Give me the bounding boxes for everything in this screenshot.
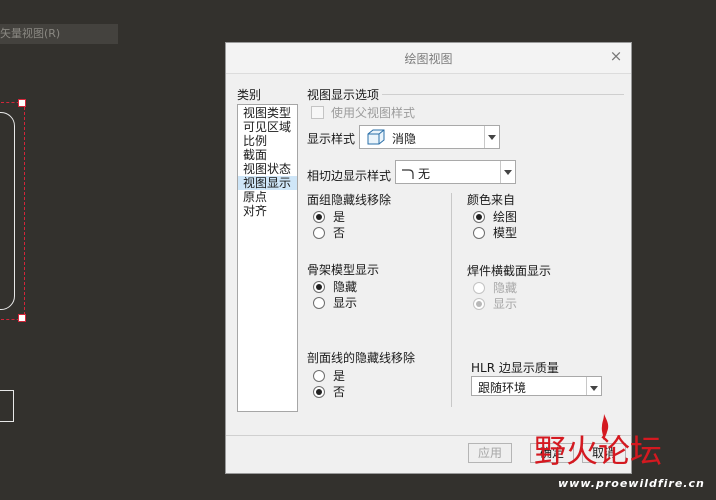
color-from-drawing-radio[interactable]: 绘图 (473, 208, 517, 225)
apply-button[interactable]: 应用 (468, 443, 512, 463)
display-style-value: 消隐 (392, 132, 417, 146)
radio-icon (473, 297, 485, 310)
weld-xsec-title: 焊件横截面显示 (467, 264, 552, 278)
watermark-brand: 野火论坛 (534, 426, 662, 472)
radio-label: 是 (333, 369, 346, 383)
selection-handle-bottom-right[interactable] (18, 314, 26, 322)
radio-label: 绘图 (493, 210, 518, 224)
radio-icon (313, 226, 325, 239)
section-hidden-title: 剖面线的隐藏线移除 (307, 351, 416, 365)
background-view-label: 矢量视图(R) (0, 24, 118, 44)
close-icon[interactable]: × (608, 48, 624, 64)
color-from-title: 颜色来自 (467, 193, 516, 207)
section-title: 视图显示选项 (307, 88, 380, 102)
radio-label: 是 (333, 210, 346, 224)
site-watermark: 野火论坛 www.proewildfire.cn (528, 412, 716, 500)
tangent-style-label: 相切边显示样式 (307, 169, 392, 183)
use-parent-style-label: 使用父视图样式 (331, 106, 416, 120)
radio-label: 否 (333, 226, 346, 240)
chevron-down-icon[interactable] (586, 377, 601, 395)
column-divider (451, 193, 452, 407)
use-parent-style-checkbox[interactable]: 使用父视图样式 (311, 104, 415, 121)
selection-handle-top-right[interactable] (18, 99, 26, 107)
radio-icon (473, 210, 485, 223)
radio-icon (313, 280, 325, 293)
chevron-down-icon[interactable] (500, 161, 515, 183)
category-label: 类别 (237, 88, 262, 102)
tangent-style-value: 无 (418, 167, 431, 181)
face-group-no-radio[interactable]: 否 (313, 224, 345, 241)
radio-label: 隐藏 (493, 281, 518, 295)
radio-label: 否 (333, 385, 346, 399)
skeleton-hide-radio[interactable]: 隐藏 (313, 278, 357, 295)
checkbox-icon (311, 106, 324, 119)
skeleton-title: 骨架模型显示 (307, 263, 380, 277)
category-item[interactable]: 视图显示 (238, 176, 297, 190)
weld-xsec-show-radio[interactable]: 显示 (473, 295, 517, 312)
hlr-quality-select[interactable]: 跟随环境 (471, 376, 602, 396)
display-style-label: 显示样式 (307, 132, 356, 146)
face-group-title: 面组隐藏线移除 (307, 193, 392, 207)
weld-xsec-hide-radio[interactable]: 隐藏 (473, 279, 517, 296)
watermark-url: www.proewildfire.cn (558, 477, 705, 490)
category-item[interactable]: 可见区域 (238, 120, 297, 134)
category-item[interactable]: 视图状态 (238, 162, 297, 176)
radio-label: 隐藏 (333, 280, 358, 294)
section-hidden-yes-radio[interactable]: 是 (313, 367, 345, 384)
drawing-view-outline (0, 112, 15, 310)
hlr-quality-label: HLR 边显示质量 (471, 361, 559, 375)
face-group-yes-radio[interactable]: 是 (313, 208, 345, 225)
category-item[interactable]: 视图类型 (238, 106, 297, 120)
radio-label: 显示 (493, 297, 518, 311)
radio-icon (313, 385, 325, 398)
category-item[interactable]: 截面 (238, 148, 297, 162)
watermark-brand-text: 野火论坛 (534, 432, 663, 470)
display-style-select[interactable]: 消隐 (359, 125, 500, 149)
category-list[interactable]: 视图类型 可见区域 比例 截面 视图状态 视图显示 原点 对齐 (237, 104, 298, 412)
hidden-line-cube-icon (367, 129, 385, 145)
section-hidden-no-radio[interactable]: 否 (313, 383, 345, 400)
radio-icon (313, 210, 325, 223)
radio-icon (473, 281, 485, 294)
radio-label: 显示 (333, 296, 358, 310)
category-item[interactable]: 对齐 (238, 204, 297, 218)
radio-icon (313, 369, 325, 382)
category-item[interactable]: 比例 (238, 134, 297, 148)
radio-icon (313, 296, 325, 309)
category-item[interactable]: 原点 (238, 190, 297, 204)
dialog-title: 绘图视图 (404, 52, 453, 66)
section-divider (382, 94, 624, 95)
drawing-view-dialog: 绘图视图 × 类别 视图类型 可见区域 比例 截面 视图状态 视图显示 原点 对齐 视图显示选… (225, 42, 632, 474)
hlr-quality-value: 跟随环境 (478, 381, 527, 395)
skeleton-show-radio[interactable]: 显示 (313, 294, 357, 311)
tangent-edge-icon (402, 169, 414, 179)
chevron-down-icon[interactable] (484, 126, 499, 148)
radio-icon (473, 226, 485, 239)
drawing-small-box (0, 390, 14, 422)
dialog-titlebar[interactable]: 绘图视图 × (226, 43, 631, 74)
tangent-style-select[interactable]: 无 (395, 160, 516, 184)
color-from-model-radio[interactable]: 模型 (473, 224, 517, 241)
radio-label: 模型 (493, 226, 518, 240)
